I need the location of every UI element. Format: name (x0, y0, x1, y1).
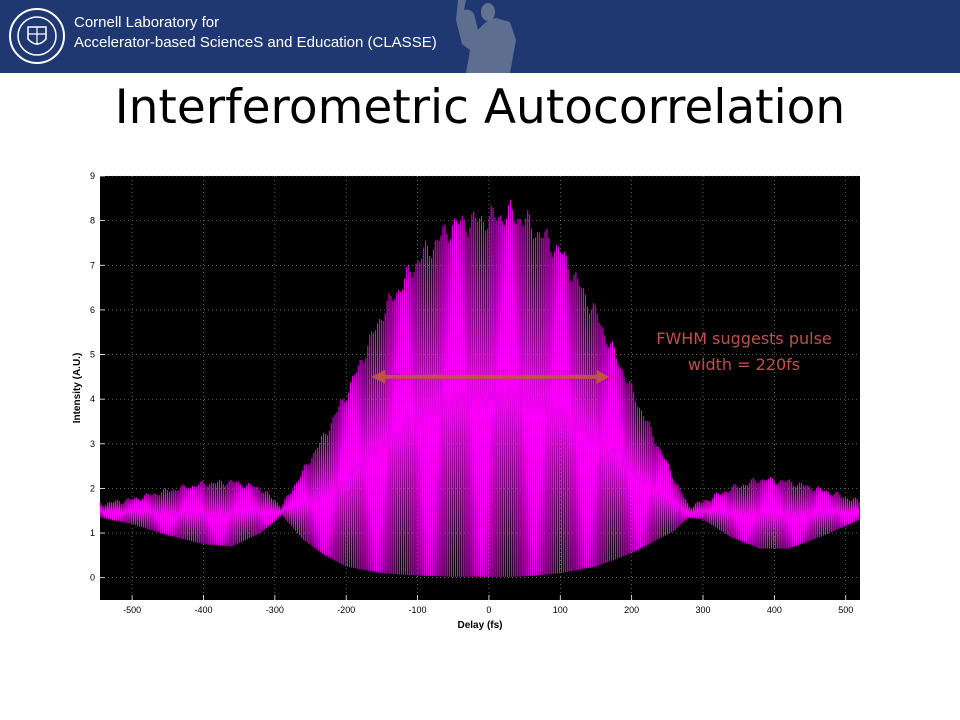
slide-title: Interferometric Autocorrelation (114, 80, 846, 135)
y-tick-label: 3 (90, 439, 95, 449)
lab-name-line-1: Cornell Laboratory for (74, 14, 220, 31)
x-tick-label: -100 (409, 605, 427, 615)
x-tick-label: 400 (767, 605, 782, 615)
fwhm-annotation-line-1: FWHM suggests pulse (656, 329, 832, 348)
x-tick-label: 100 (553, 605, 568, 615)
x-tick-label: -300 (266, 605, 284, 615)
y-tick-label: 6 (90, 305, 95, 315)
lab-name-line-2: Accelerator-based ScienceS and Education… (74, 34, 437, 51)
y-tick-label: 1 (90, 528, 95, 538)
fwhm-annotation-line-2: width = 220fs (687, 355, 801, 374)
x-tick-label: 0 (486, 605, 491, 615)
x-tick-label: -400 (194, 605, 212, 615)
x-tick-label: 500 (838, 605, 853, 615)
y-tick-label: 5 (90, 350, 95, 360)
y-tick-label: 2 (90, 483, 95, 493)
header-banner: Cornell Laboratory for Accelerator-based… (0, 0, 960, 73)
x-tick-label: 200 (624, 605, 639, 615)
y-axis-label: Intensity (A.U.) (72, 353, 83, 424)
y-tick-label: 8 (90, 216, 95, 226)
statue-silhouette-icon (456, 0, 516, 73)
x-tick-label: -200 (337, 605, 355, 615)
x-axis-label: Delay (fs) (457, 620, 502, 631)
autocorrelation-chart: -500 -400 -300 -200 -100 0 100 200 300 400 500 0 1 2 3… (72, 171, 860, 631)
y-tick-label: 4 (90, 394, 95, 404)
x-tick-label: 300 (695, 605, 710, 615)
y-tick-label: 7 (90, 260, 95, 270)
y-tick-label: 9 (90, 171, 95, 181)
y-tick-label: 0 (90, 573, 95, 583)
x-tick-label: -500 (123, 605, 141, 615)
cornell-seal-icon (9, 8, 65, 64)
